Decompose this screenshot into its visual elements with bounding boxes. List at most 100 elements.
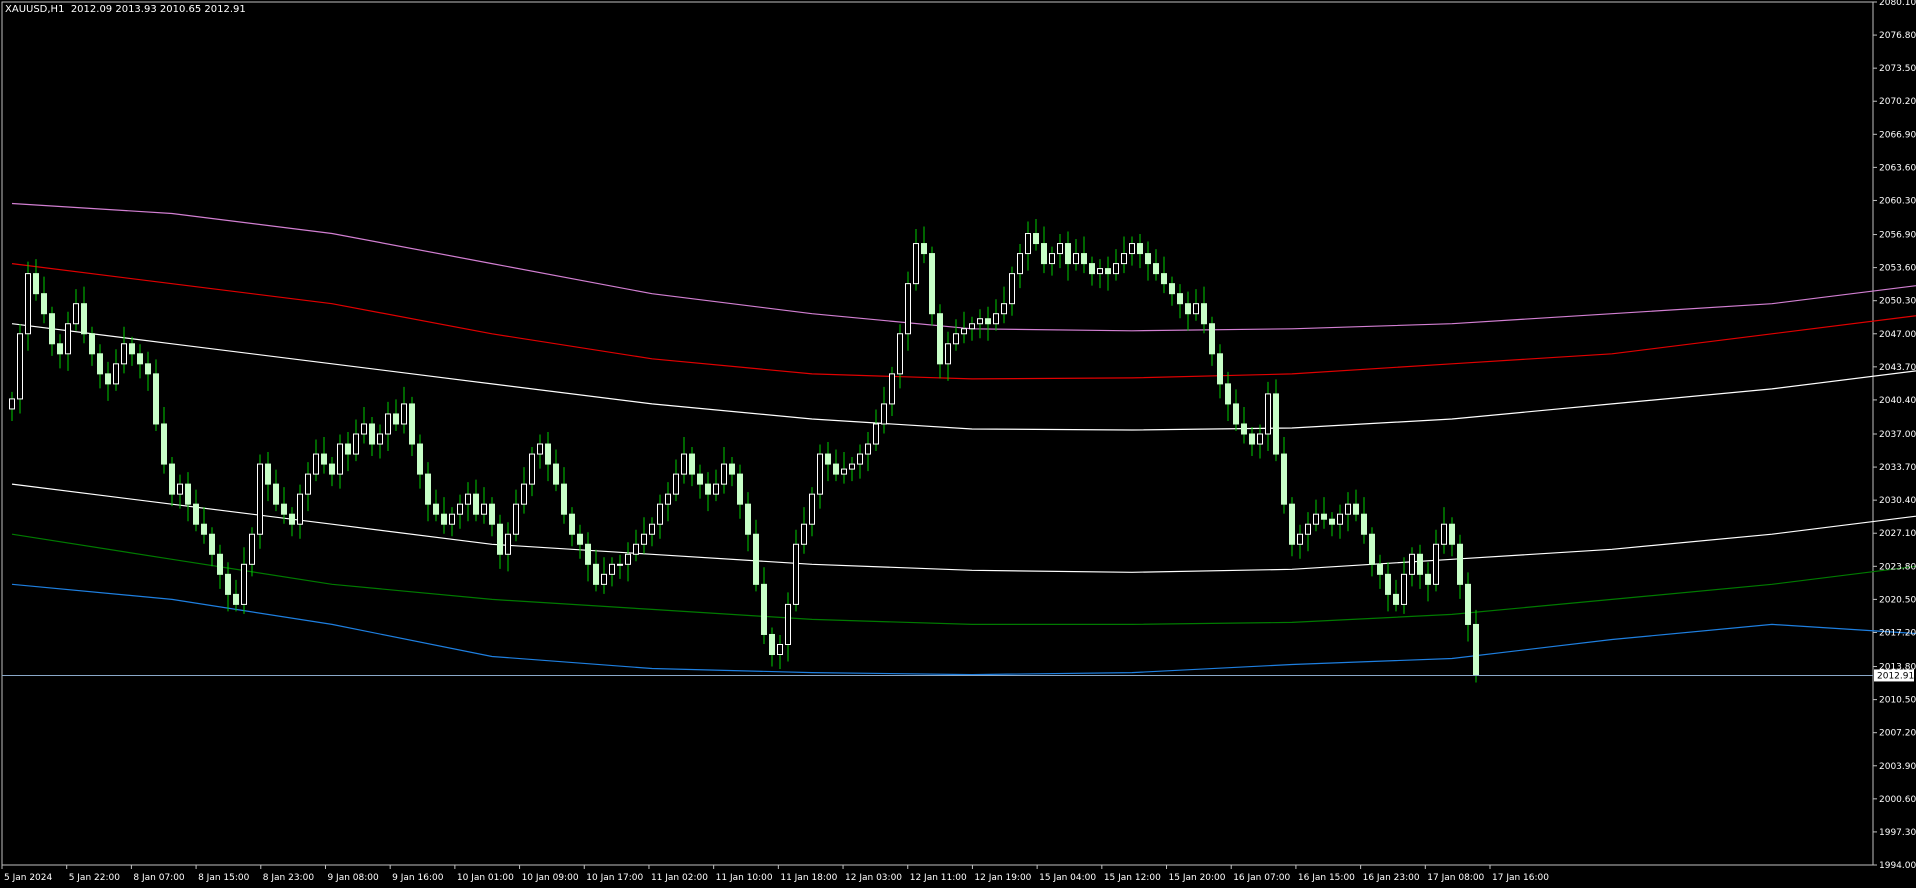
candle-up (625, 553, 631, 565)
candle-up (353, 433, 359, 455)
candle-up (1049, 253, 1055, 265)
symbol-label: XAUUSD,H1 (5, 4, 65, 15)
x-tick-label: 9 Jan 08:00 (327, 873, 379, 883)
y-tick-label: 2027.10 (1879, 529, 1916, 539)
candle-down (1281, 453, 1287, 505)
candle-up (1345, 503, 1351, 515)
candle-down (1329, 518, 1335, 525)
y-tick-label: 2076.80 (1879, 31, 1916, 41)
candle-down (1233, 403, 1239, 425)
candle-down (473, 493, 479, 515)
candle-down (129, 343, 135, 355)
candle-up (665, 493, 671, 505)
candle-down (1065, 243, 1071, 265)
candle-down (1217, 353, 1223, 385)
candle-down (1465, 583, 1471, 625)
y-tick-label: 1997.30 (1879, 828, 1916, 838)
candle-up (1193, 303, 1199, 315)
candle-up (641, 533, 647, 545)
candle-up (905, 283, 911, 335)
candle-up (633, 543, 639, 555)
candle-down (1321, 513, 1327, 520)
candle-up (841, 468, 847, 475)
candle-down (201, 523, 207, 535)
y-tick-label: 2047.00 (1879, 330, 1916, 340)
candle-down (1249, 433, 1255, 445)
candle-down (769, 633, 775, 656)
candle-down (409, 403, 415, 445)
candle-up (993, 313, 999, 325)
candle-up (953, 333, 959, 345)
y-tick-label: 2033.70 (1879, 463, 1916, 473)
candle-down (81, 303, 87, 335)
candle-down (417, 443, 423, 475)
candle-up (481, 503, 487, 515)
y-tick-label: 2060.30 (1879, 196, 1916, 206)
candle-up (1113, 263, 1119, 275)
candle-down (1201, 303, 1207, 325)
candle-down (585, 543, 591, 565)
price-tag-label: 2012.91 (1877, 671, 1914, 681)
candle-down (1185, 303, 1191, 315)
candle-up (361, 423, 367, 435)
y-tick-label: 2050.30 (1879, 297, 1916, 307)
x-tick-label: 5 Jan 2024 (4, 873, 52, 883)
candle-up (177, 483, 183, 495)
candle-down (49, 313, 55, 345)
candle-down (833, 463, 839, 475)
candle-up (865, 443, 871, 455)
y-tick-label: 2073.50 (1879, 64, 1916, 74)
chart-window[interactable]: 2080.10 2076.80 2073.50 2070.20 2066.90 2063.… (0, 0, 1916, 888)
x-tick-label: 8 Jan 23:00 (263, 873, 315, 883)
candle-up (1409, 553, 1415, 575)
candle-down (1209, 323, 1215, 355)
y-tick-label: 2040.40 (1879, 396, 1916, 406)
candle-down (345, 443, 351, 455)
candle-up (657, 503, 663, 525)
candle-down (737, 473, 743, 505)
candle-down (697, 473, 703, 485)
candle-down (41, 293, 47, 315)
candle-up (881, 403, 887, 425)
candle-up (305, 473, 311, 495)
candle-down (169, 463, 175, 495)
candle-down (185, 483, 191, 505)
candle-down (577, 533, 583, 545)
candle-up (1337, 513, 1343, 525)
candle-down (1273, 393, 1279, 455)
candle-up (25, 273, 31, 335)
candle-down (1089, 263, 1095, 275)
candle-down (1457, 543, 1463, 585)
candle-up (1129, 243, 1135, 255)
candle-up (649, 523, 655, 535)
plot-frame (1, 1, 1874, 866)
candle-down (497, 523, 503, 555)
candle-down (1081, 253, 1087, 265)
candle-down (425, 473, 431, 505)
candle-down (369, 423, 375, 445)
candle-down (729, 463, 735, 475)
y-tick-label: 2020.50 (1879, 595, 1916, 605)
candle-down (745, 503, 751, 535)
candle-down (569, 513, 575, 535)
price-chart[interactable]: 2080.10 2076.80 2073.50 2070.20 2066.90 2063.… (0, 0, 1916, 888)
candle-down (1169, 283, 1175, 295)
candle-down (1473, 623, 1479, 676)
y-tick-label: 2043.70 (1879, 363, 1916, 373)
x-tick-label: 17 Jan 08:00 (1427, 873, 1484, 883)
chart-header: XAUUSD,H1 2012.09 2013.93 2010.65 2012.9… (5, 4, 246, 15)
candle-up (537, 443, 543, 455)
candle-down (193, 503, 199, 525)
candle-up (793, 543, 799, 605)
candle-up (1097, 268, 1103, 275)
candle-up (713, 483, 719, 495)
y-tick-label: 2023.80 (1879, 562, 1916, 572)
candle-down (1041, 243, 1047, 265)
candle-up (849, 463, 855, 470)
y-tick-label: 2010.50 (1879, 696, 1916, 706)
x-tick-label: 16 Jan 07:00 (1233, 873, 1290, 883)
candle-up (913, 243, 919, 285)
candle-down (1289, 503, 1295, 545)
x-tick-label: 8 Jan 07:00 (133, 873, 185, 883)
candle-down (705, 483, 711, 495)
